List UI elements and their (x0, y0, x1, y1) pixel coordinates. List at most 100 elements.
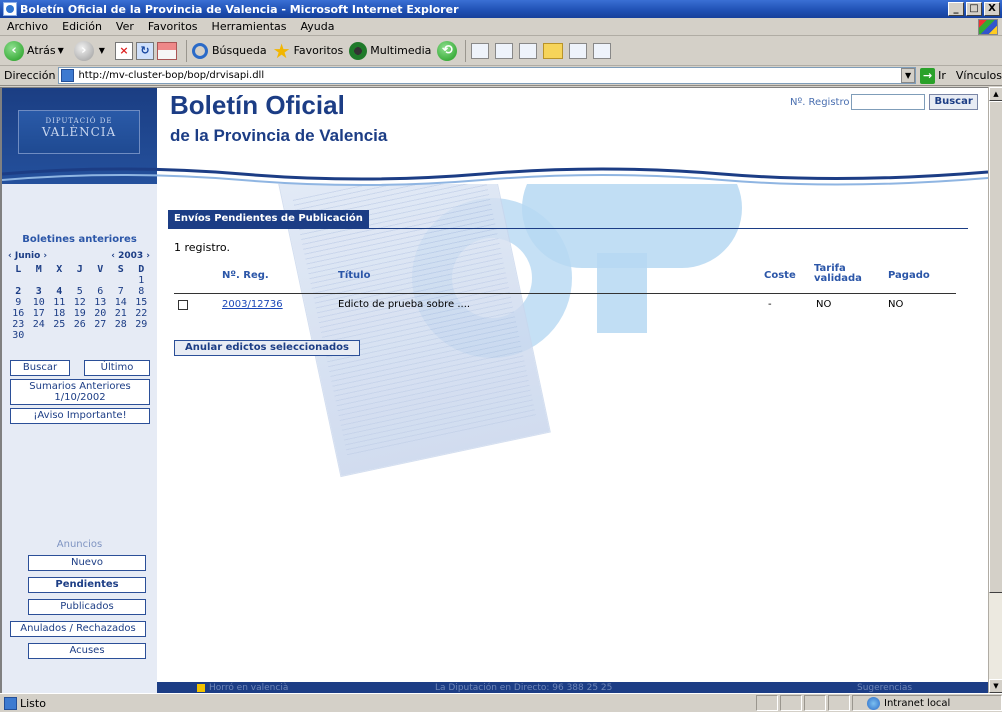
calendar-day[interactable]: 12 (70, 297, 91, 308)
edit-icon[interactable] (519, 42, 538, 59)
home-icon[interactable] (156, 41, 177, 60)
month-selector[interactable]: ‹ Junio › (8, 251, 47, 261)
calendar-day[interactable]: 9 (8, 297, 29, 308)
calendar-day[interactable]: 29 (131, 319, 152, 330)
scrollbar-thumb[interactable] (989, 101, 1002, 593)
footer-left-link[interactable]: Horró en valencià (197, 682, 288, 693)
row-select-checkbox[interactable] (178, 300, 188, 310)
links-toolbar[interactable]: Vínculos (956, 69, 1002, 82)
menu-edicion[interactable]: Edición (55, 20, 109, 33)
maximize-button[interactable]: □ (966, 2, 982, 16)
discuss-icon[interactable] (569, 42, 588, 59)
go-arrow-icon[interactable]: → (920, 67, 936, 84)
search-label: Búsqueda (211, 44, 267, 57)
anulados-rechazados-button[interactable]: Anulados / Rechazados (10, 621, 146, 637)
stop-icon[interactable]: × (114, 41, 133, 60)
calendar-day[interactable] (70, 330, 91, 341)
calendar-day[interactable]: 6 (90, 286, 111, 297)
calendar-day[interactable]: 25 (49, 319, 70, 330)
calendar-day[interactable]: 1 (131, 275, 152, 286)
row-reg-link[interactable]: 2003/12736 (222, 299, 283, 310)
minimize-button[interactable]: _ (948, 2, 964, 16)
forward-dropdown-icon[interactable]: ▼ (99, 46, 105, 55)
address-input[interactable]: http://mv-cluster-bop/bop/drvisapi.dll ▼ (58, 67, 917, 84)
address-url[interactable]: http://mv-cluster-bop/bop/drvisapi.dll (78, 70, 901, 81)
calendar-day[interactable] (49, 330, 70, 341)
history-icon[interactable]: ⟲ (437, 40, 458, 61)
calendar-day[interactable]: 26 (70, 319, 91, 330)
calendar-day[interactable] (8, 275, 29, 286)
calendar-day[interactable]: 28 (111, 319, 132, 330)
forward-button[interactable]: › ▼ (73, 40, 109, 61)
calendar-day[interactable] (29, 330, 50, 341)
calendar-day[interactable]: 5 (70, 286, 91, 297)
calendar-day[interactable]: 11 (49, 297, 70, 308)
mail-icon[interactable] (471, 42, 490, 59)
calendar-day[interactable]: 19 (70, 308, 91, 319)
folder-icon[interactable] (543, 42, 564, 59)
calendar-day[interactable]: 16 (8, 308, 29, 319)
close-button[interactable]: X (984, 2, 1000, 16)
acuses-button[interactable]: Acuses (28, 643, 146, 659)
favorites-button[interactable]: ★ Favoritos (273, 41, 344, 61)
multimedia-button[interactable]: Multimedia (349, 41, 431, 60)
aviso-importante-button[interactable]: ¡Aviso Importante! (10, 408, 150, 424)
calendar-day[interactable] (111, 275, 132, 286)
menu-favoritos[interactable]: Favoritos (141, 20, 205, 33)
refresh-icon[interactable]: ↻ (135, 41, 154, 60)
sumarios-anteriores-button[interactable]: Sumarios Anteriores 1/10/2002 (10, 379, 150, 405)
publicados-button[interactable]: Publicados (28, 599, 146, 615)
toolbar-separator (185, 39, 187, 62)
footer-sugerencias-link[interactable]: Sugerencias (857, 682, 912, 693)
calendar-day[interactable]: 4 (49, 286, 70, 297)
calendar-day[interactable] (29, 275, 50, 286)
calendar-day[interactable] (70, 275, 91, 286)
print-icon[interactable] (495, 42, 514, 59)
registro-input[interactable] (851, 94, 926, 110)
scroll-up-icon[interactable]: ▲ (989, 87, 1002, 101)
menu-ayuda[interactable]: Ayuda (293, 20, 341, 33)
year-selector[interactable]: ‹ 2003 › (111, 251, 150, 261)
go-button[interactable]: Ir (938, 69, 946, 82)
diputacio-logo[interactable]: DIPUTACIÓ DE VALÈNCIA (18, 110, 140, 154)
calendar-day[interactable]: 8 (131, 286, 152, 297)
calendar-day[interactable]: 14 (111, 297, 132, 308)
anular-edictos-button[interactable]: Anular edictos seleccionados (174, 340, 360, 356)
calendar-day[interactable] (49, 275, 70, 286)
nuevo-button[interactable]: Nuevo (28, 555, 146, 571)
calendar-day[interactable]: 7 (111, 286, 132, 297)
calendar-day[interactable]: 13 (90, 297, 111, 308)
menu-ver[interactable]: Ver (109, 20, 141, 33)
menu-archivo[interactable]: Archivo (0, 20, 55, 33)
pending-tab[interactable]: Envíos Pendientes de Publicación (168, 210, 369, 228)
calendar-day[interactable]: 10 (29, 297, 50, 308)
calendar-day[interactable]: 30 (8, 330, 29, 341)
calendar-day[interactable] (90, 330, 111, 341)
scroll-down-icon[interactable]: ▼ (989, 679, 1002, 693)
calendar-day[interactable] (111, 330, 132, 341)
calendar-day[interactable]: 2 (8, 286, 29, 297)
calendar-day[interactable]: 21 (111, 308, 132, 319)
calendar-day[interactable]: 23 (8, 319, 29, 330)
registro-buscar-button[interactable]: Buscar (929, 94, 978, 110)
calendar-day[interactable]: 24 (29, 319, 50, 330)
calendar-day[interactable]: 17 (29, 308, 50, 319)
calendar-day[interactable] (131, 330, 152, 341)
messenger-icon[interactable] (593, 42, 612, 59)
calendar-day[interactable] (90, 275, 111, 286)
calendar-buscar-button[interactable]: Buscar (10, 360, 70, 376)
calendar-day[interactable]: 22 (131, 308, 152, 319)
pendientes-button[interactable]: Pendientes (28, 577, 146, 593)
calendar-day[interactable]: 15 (131, 297, 152, 308)
ultimo-button[interactable]: Último (84, 360, 150, 376)
search-button[interactable]: Búsqueda (191, 42, 267, 59)
vertical-scrollbar[interactable]: ▲ ▼ (988, 87, 1002, 693)
calendar-day[interactable]: 27 (90, 319, 111, 330)
menu-herramientas[interactable]: Herramientas (205, 20, 294, 33)
calendar-day[interactable]: 3 (29, 286, 50, 297)
address-dropdown-icon[interactable]: ▼ (901, 68, 916, 83)
back-button[interactable]: ‹ Atrás ▼ (4, 40, 68, 61)
back-dropdown-icon[interactable]: ▼ (58, 46, 64, 55)
calendar-day[interactable]: 20 (90, 308, 111, 319)
calendar-day[interactable]: 18 (49, 308, 70, 319)
